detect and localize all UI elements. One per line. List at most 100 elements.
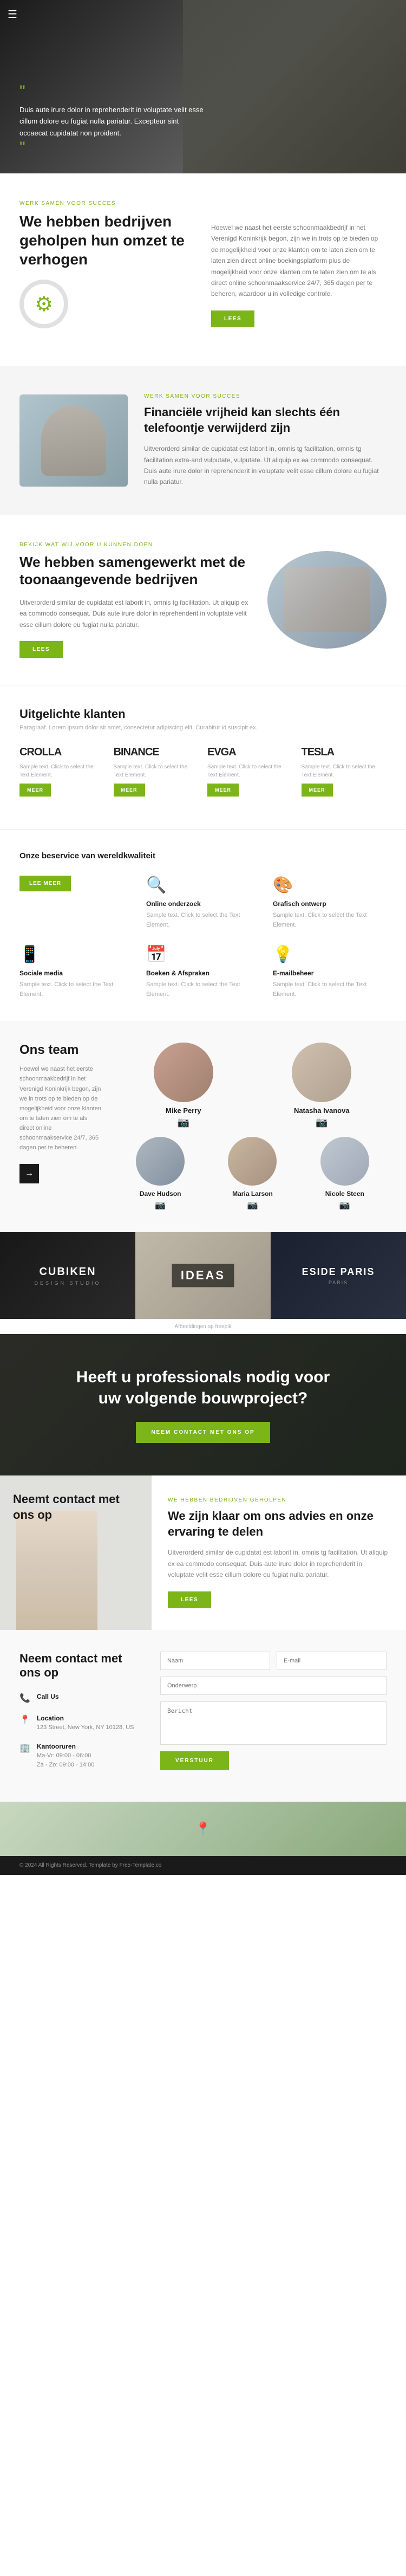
title-vrijheid: Financiële vrijheid kan slechts één tele…: [144, 405, 387, 436]
eside-logo: ESIDE PARIS: [302, 1266, 375, 1278]
location-icon: 📍: [19, 1714, 30, 1725]
cta-title: Heeft u professionals nodig voor uw volg…: [68, 1367, 338, 1409]
service-text-2: Sample text. Click to select the Text El…: [273, 911, 387, 930]
section-omzet: Werk samen voor succes We hebben bedrijv…: [0, 173, 406, 366]
bottom-right-title: We zijn klaar om ons advies en onze erva…: [168, 1509, 390, 1539]
mike-name: Mike Perry: [119, 1106, 248, 1115]
bottom-right: We hebben bedrijven geholpen We zijn kla…: [152, 1475, 406, 1629]
btn-lees-1[interactable]: Lees: [211, 310, 254, 327]
team-member-dave: Dave Hudson 📷: [119, 1137, 202, 1211]
clients-title: Uitgelichte klanten: [19, 707, 387, 721]
samengewerkt-content: Bekijk wat wij voor u kunnen doen We heb…: [19, 542, 251, 658]
bottom-right-text: Uitverorderd similar de cupidatat est la…: [168, 1547, 390, 1580]
dave-photo: [136, 1137, 185, 1186]
portfolio-caption: Afbeeldingen op freepik: [0, 1319, 406, 1334]
label-vrijheid: Werk samen voor succes: [144, 393, 387, 399]
portfolio-section: CUBIKEN DESIGN STUDIO IDEAS ESIDE PARIS …: [0, 1232, 406, 1334]
btn-read-more[interactable]: LEE MEER: [19, 876, 71, 891]
vrijheid-content: Werk samen voor succes Financiële vrijhe…: [144, 393, 387, 488]
contact-label-hours: Kantooruren: [37, 1743, 94, 1750]
service-title-2: Grafisch ontwerp: [273, 900, 387, 908]
logo-evga: EVGA: [207, 746, 293, 759]
client-desc-4: Sample text. Click to select the Text El…: [302, 763, 387, 779]
form-submit-button[interactable]: VERSTUUR: [160, 1751, 229, 1770]
label-succes: Werk samen voor succes: [19, 200, 195, 206]
services-section: Onze beservice van wereldkwaliteit LEE M…: [0, 829, 406, 1021]
service-icon-search: 🔍: [146, 876, 260, 895]
service-boeken: 📅 Boeken & Afspraken Sample text. Click …: [146, 945, 260, 999]
hero-hamburger[interactable]: ☰: [8, 8, 17, 21]
portfolio-item-cubiken: CUBIKEN DESIGN STUDIO: [0, 1232, 135, 1319]
team-layout: Ons team Hoewel we naast het eerste scho…: [19, 1043, 387, 1211]
form-row-1: [160, 1652, 387, 1670]
service-icon-social: 📱: [19, 945, 133, 964]
services-header: Onze beservice van wereldkwaliteit: [19, 851, 387, 860]
service-sociale-media: 📱 Sociale media Sample text. Click to se…: [19, 945, 133, 999]
client-logo-tesla: TESLA Sample text. Click to select the T…: [302, 746, 387, 797]
client-logo-binance: BINANCE Sample text. Click to select the…: [114, 746, 199, 797]
service-online-onderzoek: 🔍 Online onderzoek Sample text. Click to…: [146, 876, 260, 930]
btn-meer-3[interactable]: MEER: [207, 784, 239, 797]
team-text: Hoewel we naast het eerste schoonmaakbed…: [19, 1064, 103, 1153]
quote-close-icon: ": [19, 139, 25, 157]
form-email-input[interactable]: [277, 1652, 387, 1670]
building-icon: 🏢: [19, 1743, 30, 1753]
btn-lees-3[interactable]: Lees: [19, 641, 63, 658]
maria-photo: [228, 1137, 277, 1186]
cta-button[interactable]: NEEM CONTACT MET ONS OP: [136, 1422, 270, 1443]
logo-crolla: CROLLA: [19, 746, 105, 759]
logo-tesla: TESLA: [302, 746, 387, 759]
title-omzet: We hebben bedrijven geholpen hun omzet t…: [19, 212, 195, 269]
mike-instagram-icon[interactable]: 📷: [178, 1117, 189, 1128]
text-samengewerkt: Uitverorderd similar de cupidatat est la…: [19, 597, 251, 630]
form-subject-input[interactable]: [160, 1677, 387, 1695]
maria-instagram-icon[interactable]: 📷: [247, 1201, 258, 1210]
contact-label-call: Call Us: [37, 1693, 59, 1700]
dave-name: Dave Hudson: [119, 1190, 202, 1198]
service-text-5: Sample text. Click to select the Text El…: [273, 980, 387, 999]
service-icon-calendar: 📅: [146, 945, 260, 964]
form-message-input[interactable]: [160, 1701, 387, 1745]
bottom-left: Neemt contact met ons op: [0, 1475, 152, 1629]
dave-instagram-icon[interactable]: 📷: [155, 1201, 166, 1210]
label-samengewerkt: Bekijk wat wij voor u kunnen doen: [19, 542, 251, 548]
bottom-right-label: We hebben bedrijven geholpen: [168, 1497, 390, 1503]
contact-title: Neem contact met ons op: [19, 1652, 139, 1680]
phone-icon: 📞: [19, 1693, 30, 1704]
contact-item-location: 📍 Location 123 Street, New York, NY 1012…: [19, 1714, 139, 1732]
form-name-input[interactable]: [160, 1652, 270, 1670]
nicole-instagram-icon[interactable]: 📷: [339, 1201, 350, 1210]
team-member-natasha: Natasha Ivanova 📷: [257, 1043, 387, 1128]
services-row2: 📱 Sociale media Sample text. Click to se…: [19, 945, 387, 999]
client-logo-crolla: CROLLA Sample text. Click to select the …: [19, 746, 105, 797]
bottom-split: Neemt contact met ons op We hebben bedri…: [0, 1475, 406, 1629]
btn-lees-bottom[interactable]: Lees: [168, 1591, 211, 1608]
section-samengewerkt: Bekijk wat wij voor u kunnen doen We heb…: [0, 515, 406, 685]
gear-icon: ⚙: [19, 280, 68, 328]
team-member-mike: Mike Perry 📷: [119, 1043, 248, 1128]
cta-section: Heeft u professionals nodig voor uw volg…: [0, 1334, 406, 1475]
contact-label-location: Location: [37, 1714, 134, 1722]
contact-item-call: 📞 Call Us: [19, 1693, 139, 1704]
nicole-name: Nicole Steen: [303, 1190, 387, 1198]
contact-item-hours: 🏢 Kantooruren Ma-Vr: 09:00 - 06:00 Za - …: [19, 1743, 139, 1769]
service-text-3: Sample text. Click to select the Text El…: [19, 980, 133, 999]
office-image: [19, 394, 128, 487]
quote-open-icon: ": [19, 83, 204, 100]
team-arrow-btn[interactable]: →: [19, 1164, 39, 1183]
mike-photo: [154, 1043, 213, 1102]
natasha-instagram-icon[interactable]: 📷: [316, 1117, 328, 1128]
service-icon-design: 🎨: [273, 876, 387, 895]
footer-map: 📍: [0, 1802, 406, 1856]
btn-meer-2[interactable]: MEER: [114, 784, 145, 797]
team-member-maria: Maria Larson 📷: [211, 1137, 294, 1211]
btn-meer-1[interactable]: MEER: [19, 784, 51, 797]
service-title-1: Online onderzoek: [146, 900, 260, 908]
team-row-2: Dave Hudson 📷 Maria Larson 📷 Nicole Stee…: [119, 1137, 387, 1211]
team-title: Ons team: [19, 1043, 103, 1058]
btn-meer-4[interactable]: MEER: [302, 784, 333, 797]
services-row1: LEE MEER 🔍 Online onderzoek Sample text.…: [19, 876, 387, 930]
hero-quote-text: Duis aute irure dolor in reprehenderit i…: [19, 104, 204, 139]
service-title-3: Sociale media: [19, 969, 133, 977]
client-desc-3: Sample text. Click to select the Text El…: [207, 763, 293, 779]
